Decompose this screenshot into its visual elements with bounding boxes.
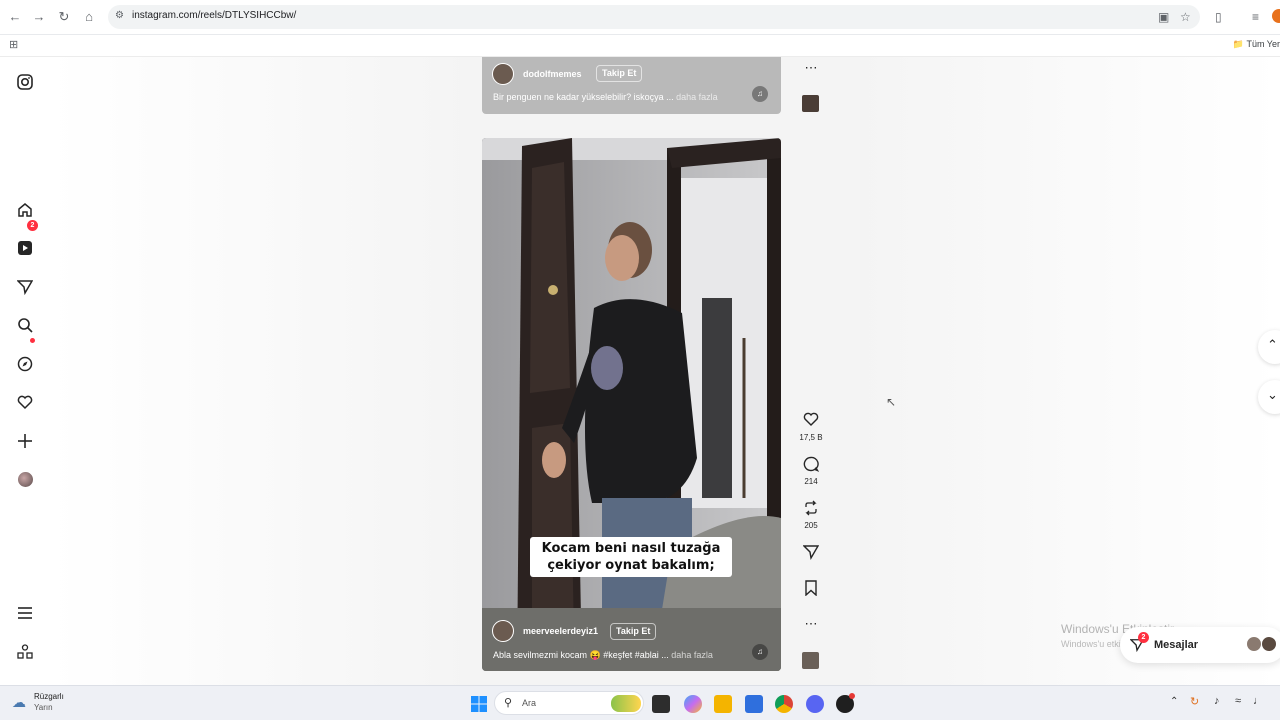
back-icon[interactable]: ←	[7, 9, 23, 25]
more-link[interactable]: daha fazla	[676, 92, 718, 102]
search-placeholder: Ara	[522, 698, 537, 708]
chevron-down-icon: ⌄	[1267, 387, 1278, 402]
apps-grid-icon[interactable]: ⊞	[9, 38, 18, 51]
instagram-sidebar	[0, 57, 50, 685]
meta-apps-icon[interactable]	[15, 642, 35, 662]
all-bookmarks[interactable]: 📁 Tüm Yer	[1233, 39, 1280, 50]
like-count: 17,5 B	[799, 433, 823, 442]
messages-badge: 2	[1138, 632, 1149, 643]
volume-icon[interactable]: ♫	[752, 86, 768, 102]
app-badge	[849, 693, 855, 699]
file-explorer-icon[interactable]	[714, 695, 732, 713]
url-text[interactable]: instagram.com/reels/DTLYSIHCCbw/	[132, 10, 296, 21]
caption-text: Bir penguen ne kadar yükselebilir? iskoç…	[493, 92, 674, 102]
follow-button[interactable]: Takip Et	[610, 623, 657, 640]
search-icon: ⚲	[504, 697, 513, 709]
subtitle-line: Kocam beni nasıl tuzağa	[541, 541, 721, 556]
audio-thumbnail[interactable]	[802, 95, 819, 112]
forward-icon[interactable]: →	[31, 9, 47, 25]
repost-count: 205	[804, 521, 818, 530]
install-app-icon[interactable]: ▣	[1158, 10, 1169, 24]
reload-icon[interactable]: ↻	[56, 9, 72, 25]
address-bar[interactable]: ⚙ instagram.com/reels/DTLYSIHCCbw/	[108, 5, 1200, 29]
avatar	[1246, 636, 1262, 652]
messages-label: Mesajlar	[1154, 639, 1199, 651]
more-options-icon[interactable]: ⋯	[800, 60, 822, 76]
folder-icon: 📁	[1232, 39, 1247, 49]
reel-username[interactable]: dodolfmemes	[523, 69, 582, 79]
store-icon[interactable]	[745, 695, 763, 713]
dm-badge: 2	[27, 220, 38, 231]
messages-button[interactable]: 2 Mesajlar	[1120, 627, 1280, 663]
reel-caption: Abla sevilmezmi kocam 😝 #keşfet #ablai .…	[493, 650, 713, 661]
direct-messages-icon[interactable]	[15, 277, 35, 297]
home-icon[interactable]: ⌂	[81, 9, 97, 25]
reel-card-previous[interactable]: dodolfmemes Takip Et Bir penguen ne kada…	[482, 57, 781, 114]
wifi-icon[interactable]: ≈	[1235, 695, 1241, 707]
avatar	[1261, 636, 1277, 652]
comment-count: 214	[804, 477, 818, 486]
subtitle-line: çekiyor oynat bakalım;	[547, 558, 715, 573]
tray-sync-icon[interactable]: ↻	[1190, 695, 1199, 708]
taskbar-search[interactable]: ⚲ Ara	[494, 691, 644, 715]
search-highlight-icon	[611, 695, 641, 712]
follow-button[interactable]: Takip Et	[596, 65, 643, 82]
notification-dot	[30, 338, 35, 343]
start-windows-icon[interactable]	[470, 695, 488, 713]
caption-text: Abla sevilmezmi kocam 😝 #keşfet #ablai .…	[493, 650, 669, 660]
like-heart-icon[interactable]	[800, 411, 822, 432]
reel-video[interactable]: meerveelerdeyiz1 Takip Et Abla sevilmezm…	[482, 138, 781, 671]
tray-chevron-up-icon[interactable]: ⌃	[1170, 696, 1178, 707]
audio-thumbnail[interactable]	[802, 652, 819, 669]
reel-username[interactable]: meerveelerdeyiz1	[523, 626, 598, 636]
repost-icon[interactable]	[800, 500, 822, 521]
explore-compass-icon[interactable]	[15, 354, 35, 374]
bookmark-star-icon[interactable]: ☆	[1180, 10, 1191, 24]
bookmarks-bar: ⊞ 📁 Tüm Yer	[0, 35, 1280, 57]
avatar[interactable]	[492, 63, 514, 85]
volume-icon[interactable]: ♫	[752, 644, 768, 660]
all-bookmarks-label: Tüm Yer	[1246, 39, 1280, 49]
save-bookmark-icon[interactable]	[800, 580, 822, 601]
discord-icon[interactable]	[806, 695, 824, 713]
comment-icon[interactable]	[800, 456, 822, 477]
instagram-logo-icon[interactable]	[15, 72, 35, 92]
browser-toolbar: ← → ↻ ⌂ ⚙ instagram.com/reels/DTLYSIHCCb…	[0, 0, 1280, 35]
volume-tray-icon[interactable]: ♩	[1253, 695, 1264, 707]
weather-title[interactable]: Rüzgarlı	[34, 692, 64, 701]
chevron-up-icon: ⌃	[1267, 337, 1278, 352]
video-frame	[482, 138, 781, 671]
avatar[interactable]	[492, 620, 514, 642]
video-subtitle: Kocam beni nasıl tuzağa çekiyor oynat ba…	[530, 537, 732, 577]
reel-caption: Bir penguen ne kadar yükselebilir? iskoç…	[493, 92, 718, 102]
chrome-icon[interactable]	[775, 695, 793, 713]
more-options-icon[interactable]: ⋯	[800, 616, 822, 632]
share-icon[interactable]	[800, 544, 822, 565]
home-nav-icon[interactable]	[15, 200, 35, 220]
site-info-icon[interactable]: ⚙	[115, 10, 124, 21]
weather-subtitle: Yarın	[34, 703, 53, 712]
notifications-heart-icon[interactable]	[15, 392, 35, 412]
copilot-icon[interactable]	[684, 695, 702, 713]
profile-avatar[interactable]	[1272, 9, 1280, 23]
search-icon[interactable]	[15, 315, 35, 335]
task-view-icon[interactable]	[652, 695, 670, 713]
weather-icon[interactable]: ☁	[12, 694, 26, 711]
more-menu-icon[interactable]	[15, 603, 35, 623]
microphone-icon[interactable]: ♪	[1214, 695, 1220, 707]
create-plus-icon[interactable]	[15, 431, 35, 451]
reels-nav-icon[interactable]	[15, 238, 35, 258]
more-link[interactable]: daha fazla	[671, 650, 713, 660]
profile-avatar-icon[interactable]	[15, 469, 35, 489]
windows-taskbar: ☁ Rüzgarlı Yarın ⚲ Ara ⌃ ↻ ♪ ≈ ♩	[0, 685, 1280, 720]
reading-list-icon[interactable]: ≡	[1252, 10, 1259, 24]
extensions-icon[interactable]: ▯	[1215, 10, 1222, 24]
mouse-cursor-icon: ↖	[886, 395, 897, 409]
